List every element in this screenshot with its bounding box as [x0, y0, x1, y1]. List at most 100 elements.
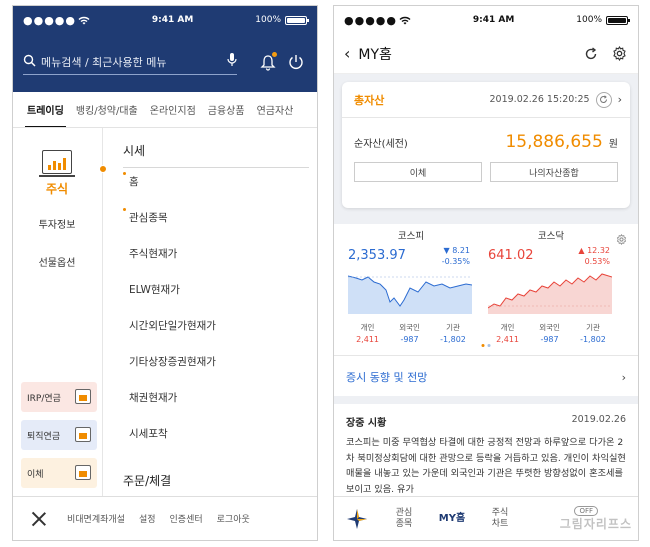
- index-change-percent: -0.35%: [441, 257, 470, 266]
- battery-percent: 100%: [576, 15, 602, 25]
- index-pager[interactable]: [481, 344, 491, 347]
- shortcut-irp-pension[interactable]: IRP/연금: [21, 382, 97, 412]
- tab-financial-products[interactable]: 금융상품: [202, 102, 251, 127]
- menu-item-watchlist[interactable]: 관심종목: [123, 208, 168, 225]
- investor-institution: 기관 -1,802: [580, 323, 606, 344]
- investor-foreign: 외국인 -987: [399, 323, 420, 344]
- investor-flow-row: 개인 2,411 외국인 -987 기관 -1,802: [346, 322, 476, 344]
- battery-percent: 100%: [255, 15, 281, 25]
- index-change: ▲ 12.32 0.53%: [578, 245, 610, 267]
- tab-my-home[interactable]: MY홈: [428, 513, 476, 524]
- section-title-orders: 주문/체결: [123, 472, 309, 498]
- signal-dots: ●●●●●: [23, 13, 76, 27]
- menu-item-other-listed-price[interactable]: 기타상장증권현재가: [129, 354, 216, 369]
- pager-dot: [487, 344, 491, 347]
- investor-institution: 기관 -1,802: [440, 323, 466, 344]
- notification-button[interactable]: [257, 51, 279, 73]
- stock-chart-icon: [39, 150, 75, 177]
- news-section-title: 증시 동향 및 전망: [346, 371, 428, 384]
- shortcut-label: 이체: [27, 469, 44, 480]
- menu-item-stock-price[interactable]: 주식현재가: [129, 246, 177, 261]
- sidebar-item-stock[interactable]: 주식: [13, 150, 101, 197]
- total-asset-card: 총자산 2019.02.26 15:20:25 › 순자산(세전) 15,886…: [342, 82, 630, 208]
- page-header: ‹ MY홈: [334, 34, 638, 74]
- back-arrow-icon[interactable]: ‹: [344, 44, 350, 63]
- signal-indicator: ●●●●●: [344, 14, 411, 27]
- chevron-right-icon[interactable]: ›: [618, 93, 622, 106]
- shortcut-transfer[interactable]: 이체: [21, 458, 97, 488]
- signal-indicator: ●●●●●: [23, 14, 90, 27]
- menu-item-elw-price[interactable]: ELW현재가: [129, 282, 180, 297]
- market-news-section-header[interactable]: 증시 동향 및 전망 ›: [334, 358, 638, 404]
- sidebar-item-investment-info[interactable]: 투자정보: [13, 216, 101, 231]
- chevron-right-icon: ›: [621, 370, 626, 384]
- notification-dot: [272, 52, 277, 57]
- wifi-icon: [78, 16, 90, 24]
- status-bar: ●●●●● 9:41 AM 100%: [334, 6, 638, 34]
- investor-flow-row: 개인 2,411 외국인 -987 기관 -1,802: [486, 322, 616, 344]
- index-name: 코스닥: [537, 231, 565, 242]
- index-settings-icon[interactable]: [616, 230, 628, 246]
- index-kospi[interactable]: 코스피 2,353.97 ▼ 8.21 -0.35% 개인 2,411 외국인 -9…: [346, 228, 476, 344]
- selection-indicator-dot: [99, 165, 107, 173]
- asset-timestamp: 2019.02.26 15:20:25: [489, 94, 590, 105]
- tab-trading[interactable]: 트레이딩: [21, 102, 70, 127]
- bottom-tab-bar: 관심 종목 MY홈 주식 차트 OFF 그림자리프스: [334, 496, 638, 540]
- investor-individual: 개인 2,411: [356, 323, 379, 344]
- sidebar-item-futures-options[interactable]: 선물옵션: [13, 254, 101, 269]
- tab-pension-assets[interactable]: 연금자산: [251, 102, 300, 127]
- shortcut-label: 퇴직연금: [27, 431, 61, 442]
- footer-link-certificate-center[interactable]: 인증센터: [170, 512, 203, 525]
- shortcut-retirement-pension[interactable]: 퇴직연금: [21, 420, 97, 450]
- transfer-button[interactable]: 이체: [354, 162, 482, 182]
- tab-stock-chart[interactable]: 주식 차트: [476, 508, 524, 530]
- signal-dots: ●●●●●: [344, 13, 397, 27]
- settings-button[interactable]: [610, 45, 628, 63]
- net-asset-value: 15,886,655: [505, 132, 603, 152]
- clock: 9:41 AM: [472, 15, 515, 25]
- my-assets-summary-button[interactable]: 나의자산종합: [490, 162, 618, 182]
- up-arrow-icon: ▲: [578, 246, 585, 255]
- net-asset-label: 순자산(세전): [354, 139, 408, 150]
- power-button[interactable]: [285, 51, 307, 73]
- market-index-panel: 코스피 2,353.97 ▼ 8.21 -0.35% 개인 2,411 외국인 -9…: [334, 224, 638, 356]
- refresh-button[interactable]: [582, 45, 600, 63]
- index-kosdaq[interactable]: 코스닥 641.02 ▲ 12.32 0.53% 개인 2,411 외국인 -987…: [486, 228, 616, 344]
- menu-item-home[interactable]: 홈: [123, 172, 139, 189]
- menu-list: 시세 홈 관심종목 주식현재가 ELW현재가 시간외단일가현재가 기타상장증권현…: [121, 128, 309, 498]
- close-icon[interactable]: [31, 511, 47, 527]
- tab-banking[interactable]: 뱅킹/청약/대출: [70, 102, 144, 127]
- footer-link-open-account[interactable]: 비대면계좌개설: [67, 512, 125, 525]
- menu-item-quote-capture[interactable]: 시세포착: [129, 426, 168, 441]
- asset-refresh-button[interactable]: [595, 91, 612, 108]
- index-value: 641.02: [488, 248, 534, 263]
- tab-online-branch[interactable]: 온라인지점: [144, 102, 202, 127]
- menu-header: ●●●●● 9:41 AM 100% 메뉴검색 / 최근사용한 메뉴: [13, 6, 317, 92]
- tab-watchlist[interactable]: 관심 종목: [380, 508, 428, 530]
- news-title: 장중 시황: [346, 418, 387, 429]
- kosdaq-sparkline: [488, 273, 612, 314]
- page-title: MY홈: [358, 46, 392, 63]
- news-article[interactable]: 장중 시황 2019.02.26 코스피는 미중 무역협상 타결에 대한 긍정적…: [334, 406, 638, 505]
- news-date: 2019.02.26: [571, 414, 626, 425]
- menu-item-bond-price[interactable]: 채권현재가: [129, 390, 177, 405]
- footer-link-logout[interactable]: 로그아웃: [217, 512, 250, 525]
- sidebar-item-label: 주식: [45, 182, 69, 196]
- power-icon: [289, 55, 303, 69]
- retirement-chart-icon: [75, 427, 91, 442]
- footer-link-settings[interactable]: 설정: [139, 512, 156, 525]
- microphone-icon[interactable]: [227, 52, 237, 71]
- index-name: 코스피: [397, 231, 425, 242]
- category-sidebar: 주식 투자정보 선물옵션 IRP/연금 퇴직연금 이체: [13, 128, 103, 498]
- status-bar: ●●●●● 9:41 AM 100%: [13, 6, 317, 34]
- app-logo-icon[interactable]: [334, 508, 380, 530]
- clock: 9:41 AM: [151, 15, 194, 25]
- refresh-icon: [600, 95, 608, 103]
- kospi-sparkline: [348, 275, 472, 314]
- index-change-percent: 0.53%: [584, 257, 610, 266]
- category-tabs: 트레이딩 뱅킹/청약/대출 온라인지점 금융상품 연금자산: [13, 92, 317, 128]
- menu-item-after-hours-price[interactable]: 시간외단일가현재가: [129, 318, 216, 333]
- sidebar-item-label: 투자정보: [38, 220, 76, 231]
- menu-search-input[interactable]: 메뉴검색 / 최근사용한 메뉴: [23, 49, 237, 75]
- pager-dot-active: [481, 344, 485, 347]
